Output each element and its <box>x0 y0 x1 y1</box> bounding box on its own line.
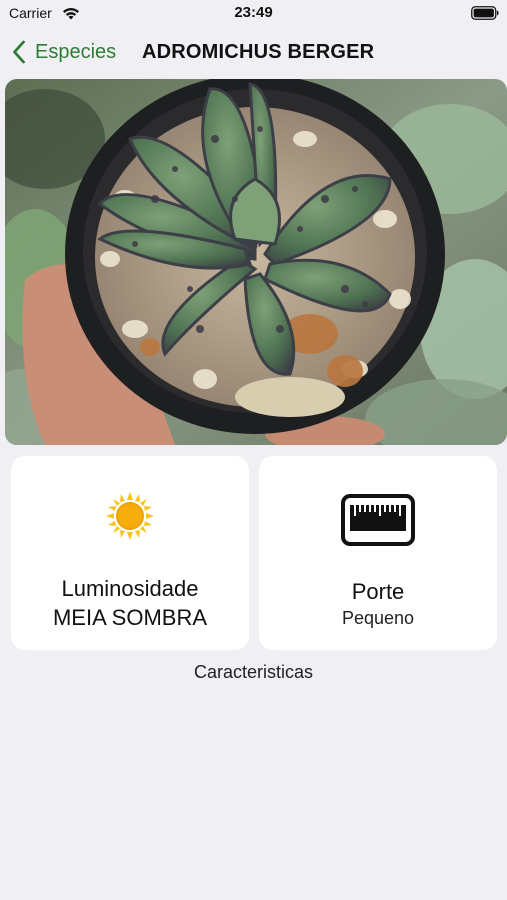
luminosity-card: Luminosidade MEIA SOMBRA <box>11 456 249 650</box>
section-label: Caracteristicas <box>193 662 314 682</box>
luminosity-info: Luminosidade MEIA SOMBRA <box>11 574 249 632</box>
status-time: 23:49 <box>234 4 273 21</box>
size-card: Porte Pequeno <box>259 456 497 650</box>
back-button[interactable]: Especies <box>12 38 116 66</box>
battery-icon <box>471 6 499 20</box>
page-title: ADROMICHUS BERGER <box>142 41 375 63</box>
succulent-image <box>5 79 507 445</box>
size-value: Pequeno <box>341 608 415 628</box>
back-button-label: Especies <box>35 40 117 63</box>
size-label: Porte <box>351 579 405 604</box>
ruler-icon <box>341 494 415 546</box>
luminosity-value: MEIA SOMBRA <box>52 605 208 630</box>
luminosity-label: Luminosidade <box>61 576 199 601</box>
chevron-left-icon <box>13 40 25 64</box>
plant-photo <box>5 79 507 445</box>
navigation-bar: Especies ADROMICHUS BERGER <box>0 28 507 76</box>
status-bar: Carrier 23:49 <box>0 0 507 28</box>
sun-icon <box>106 492 154 540</box>
